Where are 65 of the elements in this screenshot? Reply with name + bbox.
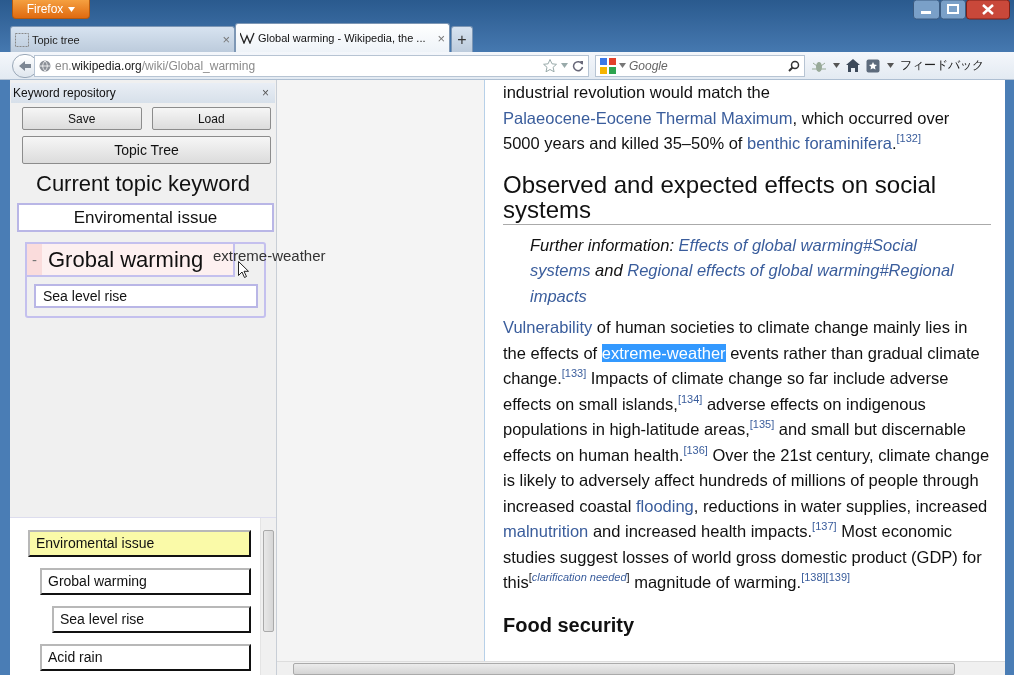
caret-icon[interactable]	[619, 63, 626, 68]
caret-icon	[68, 6, 76, 12]
keyword-label: Grobal warming	[48, 246, 204, 273]
tree-item[interactable]: Grobal warming	[40, 568, 251, 595]
w-logo-icon	[240, 32, 255, 44]
tree-item[interactable]: Sea level rise	[52, 606, 251, 633]
article-link[interactable]: systems	[530, 261, 591, 279]
reload-icon[interactable]	[572, 59, 584, 72]
article-link[interactable]: Maximum	[721, 108, 793, 127]
mouse-cursor-icon	[238, 261, 249, 278]
further-information-note: Further information: Effects of global warming#Social systems and Regional effects of global warming#Regional impacts	[530, 234, 955, 307]
citation-link[interactable]: [132]	[896, 132, 921, 144]
caret-icon[interactable]	[833, 63, 840, 68]
toolbar-button[interactable]: Load	[151, 107, 271, 130]
page-icon	[15, 32, 29, 47]
keyword-box: Enviromental issue	[17, 203, 274, 232]
citation-link[interactable]: [135]	[749, 418, 775, 430]
article-link[interactable]: flooding	[636, 496, 694, 515]
browser-tab[interactable]: Topic tree ×	[10, 26, 235, 52]
highlighted-text: extreme-weather	[601, 343, 726, 362]
vertical-scrollbar[interactable]	[260, 518, 276, 675]
close-icon[interactable]	[966, 0, 1010, 20]
citation-link[interactable]: [134]	[677, 392, 703, 405]
tab-title: Topic tree	[32, 33, 81, 46]
tree-item[interactable]: Enviromental issue	[28, 530, 251, 557]
browser-tab[interactable]: Global warming - Wikipedia, the ... ×	[235, 23, 450, 52]
home-icon[interactable]	[846, 59, 860, 72]
section-heading: Observed and expected effects on social systems	[503, 171, 991, 225]
minimize-icon[interactable]	[913, 0, 940, 20]
back-arrow-icon	[18, 59, 32, 72]
article-link[interactable]: benthic foraminifera	[747, 134, 892, 152]
subsection-heading: Food security	[503, 613, 636, 637]
bookmark-icon[interactable]	[866, 58, 881, 73]
horizontal-scrollbar[interactable]	[277, 661, 1005, 675]
google-logo-icon[interactable]	[600, 57, 616, 74]
close-button[interactable]: ×	[262, 86, 269, 100]
star-icon[interactable]	[543, 59, 557, 72]
search-icon[interactable]	[788, 59, 800, 72]
caret-icon[interactable]	[887, 63, 894, 68]
citation-link[interactable]: [139]	[825, 571, 851, 583]
panel-title: Keyword repository	[13, 86, 116, 100]
new-tab-button[interactable]: +	[451, 26, 473, 52]
article-link[interactable]: Effects of global warming#Social	[678, 235, 917, 254]
article-link[interactable]: impacts	[530, 286, 587, 305]
article-link[interactable]: Palaeocene-Eocene Thermal	[503, 108, 717, 127]
tab-title: Global warming - Wikipedia, the ...	[258, 32, 427, 44]
topic-tree-button[interactable]: Topic Tree	[22, 136, 271, 164]
dragged-keyword: extreme-weather	[213, 247, 326, 264]
citation-link[interactable]: [138]	[801, 571, 826, 583]
citation-link[interactable]: [137]	[812, 520, 837, 532]
tree-item[interactable]: Acid rain	[40, 644, 251, 671]
article-paragraph: industrial revolution would match the Palaeocene-Eocene Thermal Maximum, which occurred over 5000 years and killed 35–50% of benthic foraminifera.$^{[132]}$	[503, 82, 951, 154]
citation-link[interactable]: [136]	[683, 443, 708, 456]
citation-link[interactable]: [133]	[561, 367, 587, 379]
section-heading: Current topic keyword	[35, 170, 251, 198]
search-box[interactable]: Google	[595, 54, 805, 77]
toolbar-button[interactable]: Save	[22, 107, 142, 130]
maximize-icon[interactable]	[940, 0, 966, 20]
article-link[interactable]: malnutrition	[503, 522, 589, 540]
keyword-box: Sea level rise	[34, 284, 258, 308]
feedback-button[interactable]: フィードバック	[900, 57, 984, 74]
article-link[interactable]: Vulnerability	[503, 318, 593, 336]
article-link[interactable]: Regional effects of global warming#Regional	[627, 261, 954, 279]
tab-close-button[interactable]: ×	[437, 30, 445, 46]
globe-icon	[39, 59, 51, 72]
